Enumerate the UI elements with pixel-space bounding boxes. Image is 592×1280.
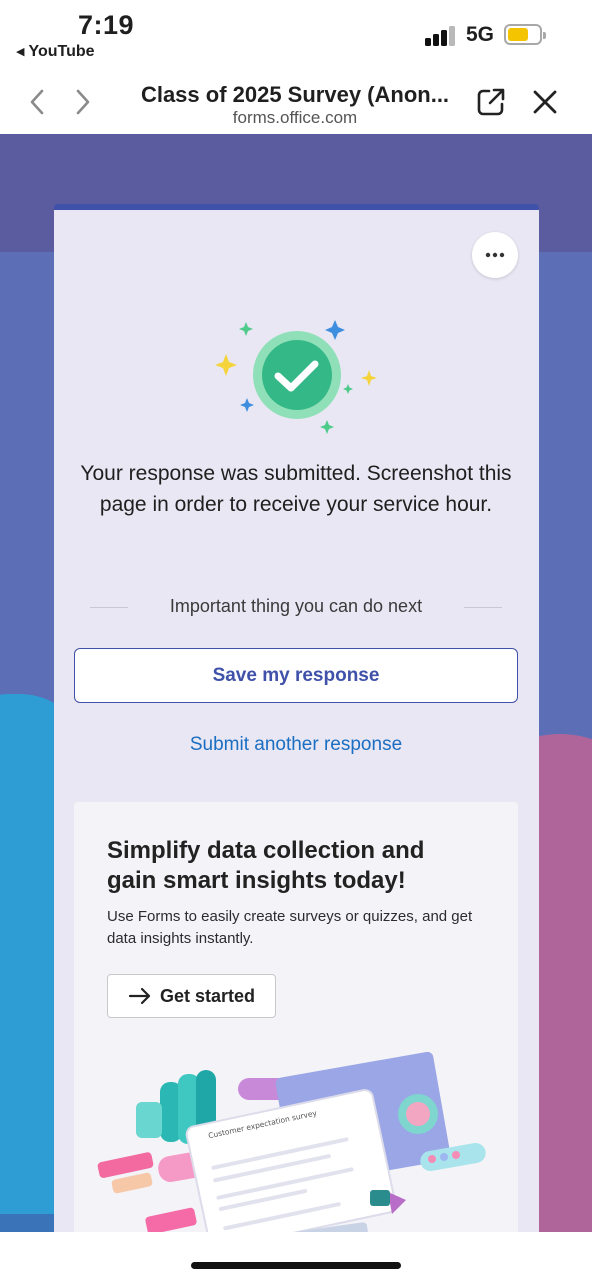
- next-steps-label: Important thing you can do next: [169, 596, 423, 616]
- back-app-label: YouTube: [28, 43, 95, 60]
- submit-another-response-link[interactable]: Submit another response: [74, 734, 518, 756]
- signal-icon: [425, 26, 457, 46]
- close-icon[interactable]: [528, 84, 562, 120]
- submission-message: Your response was submitted. Screenshot …: [80, 462, 512, 516]
- chevron-right-icon[interactable]: [68, 84, 98, 120]
- home-indicator-area: [0, 1232, 592, 1280]
- page-title: Class of 2025 Survey (Anon...: [140, 82, 450, 107]
- arrow-right-icon: [128, 987, 151, 1005]
- back-triangle-icon: ◀: [16, 46, 25, 58]
- status-bar: 7:19 ◀ YouTube 5G: [0, 0, 592, 70]
- success-check-icon: [215, 320, 377, 434]
- battery-icon: [504, 24, 546, 45]
- chevron-left-icon[interactable]: [22, 84, 52, 120]
- form-page: Your response was submitted. Screenshot …: [0, 134, 592, 1232]
- response-card: Your response was submitted. Screenshot …: [54, 204, 539, 1232]
- browser-nav-bar: Class of 2025 Survey (Anon... forms.offi…: [0, 70, 592, 134]
- status-time: 7:19: [78, 10, 135, 40]
- promo-text: Use Forms to easily create surveys or qu…: [107, 908, 473, 947]
- external-link-icon[interactable]: [474, 84, 508, 120]
- forms-promo: Simplify data collection and gain smart …: [74, 802, 518, 1232]
- forms-illustration: Customer expectation survey: [97, 1052, 486, 1232]
- next-steps-divider: Important thing you can do next: [90, 596, 502, 620]
- get-started-button[interactable]: Get started: [107, 974, 276, 1018]
- home-indicator[interactable]: [191, 1262, 401, 1269]
- back-to-app-link[interactable]: ◀ YouTube: [16, 43, 95, 61]
- promo-heading: Simplify data collection and gain smart …: [107, 837, 425, 894]
- page-url: forms.office.com: [232, 108, 358, 127]
- more-options-button[interactable]: [472, 232, 518, 278]
- get-started-label: Get started: [159, 985, 256, 1006]
- more-icon: [485, 252, 505, 258]
- save-response-button[interactable]: Save my response: [74, 648, 518, 703]
- network-type: 5G: [466, 23, 495, 46]
